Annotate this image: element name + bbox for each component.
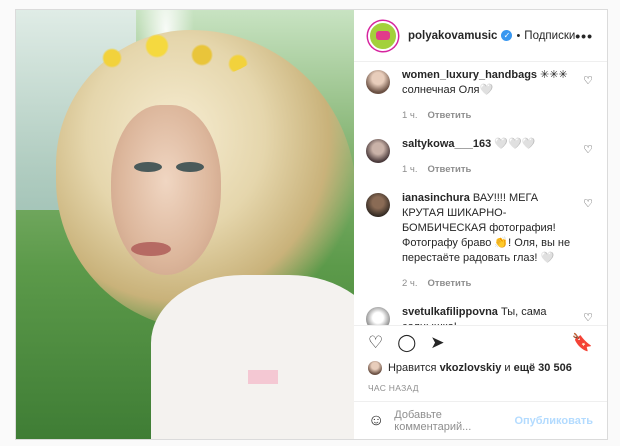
post-actions: ♡ ◯ ➤ 🔖 bbox=[353, 325, 607, 359]
photo-shirt-print bbox=[248, 370, 278, 384]
like-heart-icon[interactable]: ♡ bbox=[368, 334, 383, 351]
comment-body: ianasinchura ВАУ!!!! МЕГА КРУТАЯ ШИКАРНО… bbox=[402, 191, 580, 299]
comment-username[interactable]: ianasinchura bbox=[402, 192, 470, 204]
separator-dot: • bbox=[516, 29, 521, 42]
comment-meta: 1 ч. Ответить bbox=[402, 108, 580, 123]
like-comment-heart-icon[interactable]: ♡ bbox=[583, 143, 593, 156]
instagram-post: polyakovamusic ✓ • Подписки ••• women_lu… bbox=[15, 9, 608, 440]
comment-username[interactable]: svetulkafilippovna bbox=[402, 306, 498, 318]
comment-time[interactable]: 1 ч. bbox=[402, 164, 418, 175]
more-options-icon[interactable]: ••• bbox=[575, 28, 593, 44]
comment-item: saltykowa___163 🤍🤍🤍 1 ч. Ответить ♡ bbox=[365, 137, 595, 185]
verified-badge-icon: ✓ bbox=[501, 30, 513, 41]
comment-body: women_luxury_handbags ✳✳✳ солнечная Оля🤍… bbox=[402, 68, 580, 131]
commenter-avatar[interactable] bbox=[365, 307, 390, 325]
reply-button[interactable]: Ответить bbox=[427, 164, 471, 175]
comment-input[interactable]: Добавьте комментарий... bbox=[394, 409, 514, 433]
profile-avatar[interactable] bbox=[367, 20, 398, 51]
comment-body: saltykowa___163 🤍🤍🤍 1 ч. Ответить bbox=[402, 137, 580, 185]
comments-list[interactable]: women_luxury_handbags ✳✳✳ солнечная Оля🤍… bbox=[354, 62, 607, 325]
photo-eye bbox=[176, 162, 204, 172]
post-side-panel: polyakovamusic ✓ • Подписки ••• women_lu… bbox=[353, 10, 607, 439]
comment-username[interactable]: women_luxury_handbags bbox=[402, 69, 537, 81]
commenter-avatar[interactable] bbox=[365, 70, 390, 94]
commenter-avatar[interactable] bbox=[365, 193, 390, 217]
likes-prefix: Нравится bbox=[387, 362, 437, 374]
post-photo[interactable] bbox=[16, 10, 354, 439]
reply-button[interactable]: Ответить bbox=[427, 278, 471, 289]
reply-button[interactable]: Ответить bbox=[427, 110, 471, 121]
like-comment-heart-icon[interactable]: ♡ bbox=[583, 74, 593, 87]
publish-button[interactable]: Опубликовать bbox=[514, 415, 593, 427]
comment-item: ianasinchura ВАУ!!!! МЕГА КРУТАЯ ШИКАРНО… bbox=[365, 191, 595, 299]
comment-time[interactable]: 2 ч. bbox=[402, 278, 418, 289]
comment-item: svetulkafilippovna Ты, сама солнышко! ♡ bbox=[365, 305, 595, 325]
comment-text: 🤍🤍🤍 bbox=[494, 138, 536, 150]
comment-time[interactable]: 1 ч. bbox=[402, 110, 418, 121]
comment-username[interactable]: saltykowa___163 bbox=[402, 138, 491, 150]
post-username[interactable]: polyakovamusic bbox=[408, 30, 497, 42]
bookmark-icon[interactable]: 🔖 bbox=[572, 334, 593, 351]
like-comment-heart-icon[interactable]: ♡ bbox=[583, 197, 593, 210]
comment-item: women_luxury_handbags ✳✳✳ солнечная Оля🤍… bbox=[365, 68, 595, 131]
post-time[interactable]: ЧАС НАЗАД bbox=[354, 377, 607, 401]
emoji-icon[interactable]: ☺ bbox=[368, 412, 384, 430]
photo-flower-crown bbox=[76, 22, 256, 82]
comment-body: svetulkafilippovna Ты, сама солнышко! bbox=[402, 305, 580, 325]
add-comment-bar: ☺ Добавьте комментарий... Опубликовать bbox=[353, 401, 607, 439]
likes-summary: Нравится vkozlovskiy и ещё 30 506 bbox=[354, 359, 607, 377]
like-comment-heart-icon[interactable]: ♡ bbox=[583, 311, 593, 324]
likes-count[interactable]: ещё 30 506 bbox=[514, 362, 572, 374]
photo-eye bbox=[134, 162, 162, 172]
following-button[interactable]: Подписки bbox=[524, 30, 575, 42]
photo-lips bbox=[131, 242, 171, 256]
post-header: polyakovamusic ✓ • Подписки ••• bbox=[353, 10, 607, 62]
comment-bubble-icon[interactable]: ◯ bbox=[397, 334, 416, 351]
photo-shirt bbox=[151, 275, 354, 439]
share-send-icon[interactable]: ➤ bbox=[430, 334, 444, 351]
likes-conj: и bbox=[504, 362, 511, 374]
comment-meta: 2 ч. Ответить bbox=[402, 276, 580, 291]
commenter-avatar[interactable] bbox=[365, 139, 390, 163]
liker-avatar[interactable] bbox=[367, 361, 382, 375]
comment-meta: 1 ч. Ответить bbox=[402, 162, 580, 177]
liker-username[interactable]: vkozlovskiy bbox=[440, 362, 502, 374]
